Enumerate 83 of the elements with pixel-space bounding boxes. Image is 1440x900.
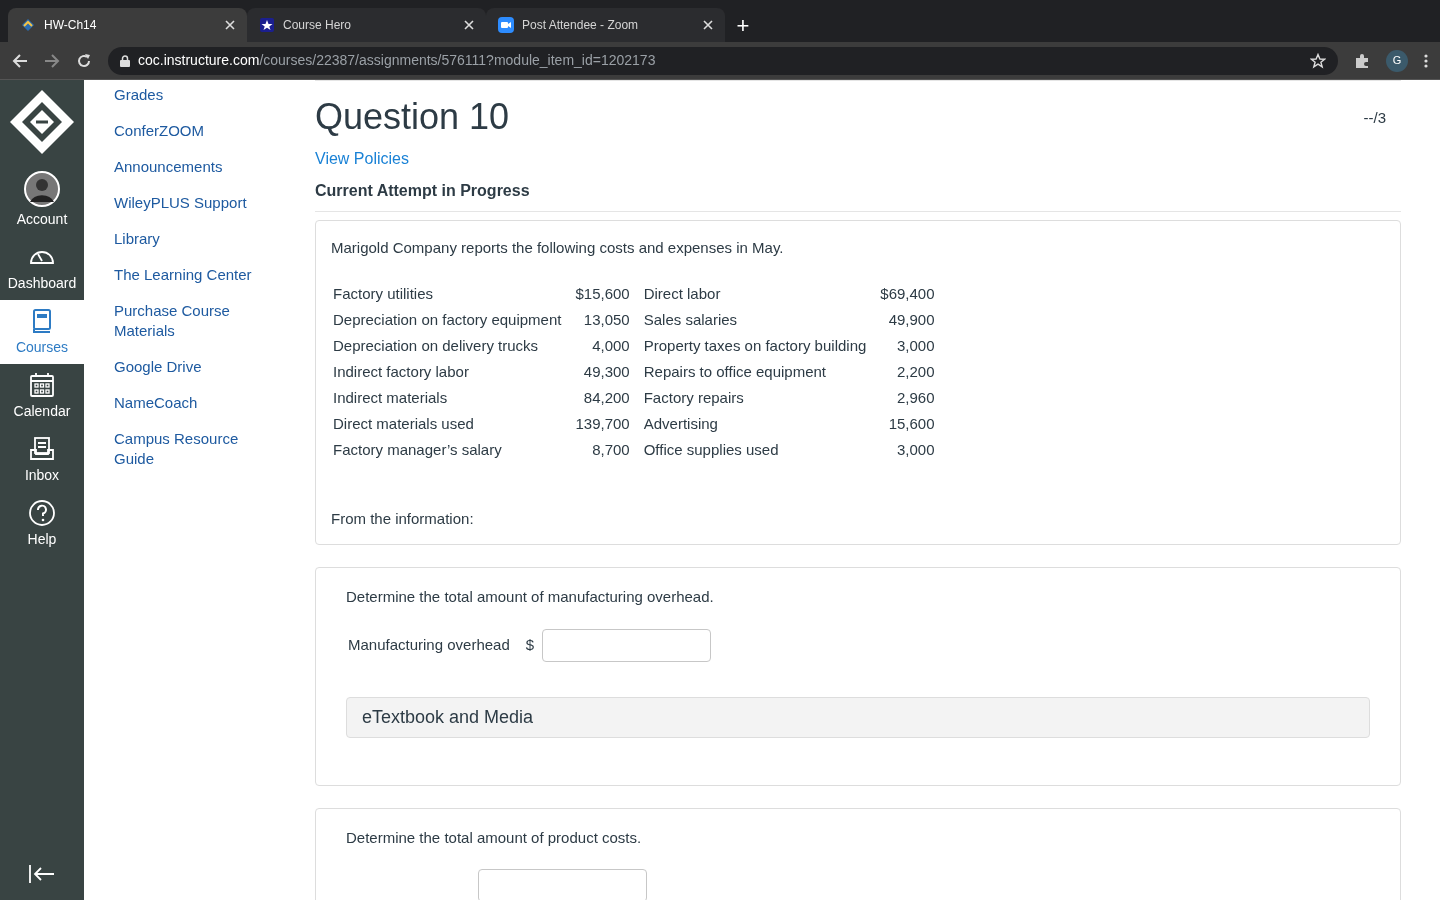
table-cell-text: Factory repairs [643, 388, 745, 409]
inbox-tray-icon [28, 435, 56, 463]
back-icon [12, 52, 28, 69]
outro-text: From the information: [331, 508, 475, 529]
table-cell: $15,600 [575, 281, 644, 308]
prompt-text: Determine the total amount of product costs. [346, 827, 643, 848]
table-cell: 49,300 [575, 359, 644, 386]
table-cell-text: 3,000 [896, 440, 936, 461]
nav-item[interactable]: Inbox [0, 428, 84, 492]
close-icon [703, 20, 713, 30]
question-title: Question 10 [315, 97, 510, 137]
reload-icon [76, 52, 92, 69]
currency-sign: $ [525, 634, 535, 655]
attempt-status: Current Attempt in Progress [315, 179, 1401, 212]
table-cell-text: Direct materials used [333, 414, 475, 435]
policies-link[interactable]: View Policies [315, 147, 409, 171]
url-text: coc.instructure.com/courses/22387/assignments/576111?module_item_id=1202173 [138, 51, 657, 70]
table-cell-text: 2,960 [896, 388, 936, 409]
browser-tab[interactable]: Post Attendee - Zoom [486, 8, 725, 42]
prompt-text: Determine the total amount of manufacturing overhead. [346, 587, 715, 607]
browser-tab[interactable]: Course Hero [247, 8, 486, 42]
intro-text: Marigold Company reports the following costs and expenses in May. [331, 238, 785, 258]
table-cell-text: $69,400 [880, 284, 936, 305]
etextbook-panel[interactable]: eTextbook and Media [346, 696, 1370, 738]
table-cell-text: Repairs to office equipment [643, 362, 828, 383]
table-cell-text: Sales salaries [643, 310, 739, 331]
table-cell: 4,000 [575, 333, 644, 360]
table-cell: 8,700 [575, 437, 644, 464]
more-menu-icon [1424, 52, 1428, 69]
nav-item[interactable]: Courses [0, 300, 84, 364]
table-cell: 84,200 [575, 385, 644, 412]
nav-item[interactable]: Dashboard [0, 236, 84, 300]
collapse-icon [28, 864, 56, 884]
nav-item[interactable]: Calendar [0, 364, 84, 428]
course-nav-link[interactable]: ConferZOOM [114, 121, 274, 141]
field-label: Manufacturing overhead [348, 634, 510, 655]
course-nav-link[interactable]: Google Drive [114, 357, 274, 377]
table-cell-text: Office supplies used [643, 440, 780, 461]
table-cell-text: 2,200 [896, 362, 936, 383]
table-cell-text: Property taxes on factory building [643, 336, 868, 357]
table-cell-text: 3,000 [896, 336, 936, 357]
new-tab-button[interactable]: + [725, 8, 761, 42]
course-nav-link[interactable]: Grades [114, 85, 274, 105]
lock-icon [120, 54, 130, 67]
tab-favicon-icon [498, 17, 514, 33]
table-cell-text: Depreciation on factory equipment [333, 310, 563, 331]
table-cell: 13,050 [575, 307, 644, 334]
table-cell: Factory utilities [333, 281, 576, 308]
close-icon [225, 20, 235, 30]
nav-item[interactable]: Help [0, 492, 84, 556]
calendar-icon [28, 371, 56, 399]
logo-icon [8, 88, 76, 156]
answer-field[interactable] [478, 869, 647, 900]
star-icon [1310, 52, 1326, 69]
table-cell: 139,700 [575, 411, 644, 438]
course-nav-link[interactable]: WileyPLUS Support [114, 193, 274, 213]
help-icon [28, 499, 56, 527]
course-nav-link[interactable]: Campus Resource Guide [114, 429, 274, 469]
course-nav-link[interactable]: The Learning Center [114, 265, 274, 285]
table-cell-text: Indirect materials [333, 388, 449, 409]
table-cell-text: Factory manager’s salary [333, 440, 503, 461]
course-nav-link[interactable]: Library [114, 229, 274, 249]
profile-avatar[interactable]: G [1386, 49, 1408, 72]
course-nav-link[interactable]: Purchase Course Materials [114, 301, 274, 341]
table-cell: Direct labor [643, 281, 881, 308]
browser-tab[interactable]: HW-Ch14 [8, 8, 247, 42]
score-text: --/3 [1363, 108, 1386, 128]
table-cell-text: Depreciation on delivery trucks [333, 336, 540, 357]
tab-favicon-icon [20, 17, 36, 33]
course-nav-link[interactable]: Announcements [114, 157, 274, 177]
answer-field[interactable] [542, 628, 712, 662]
table-cell-text: 15,600 [887, 414, 936, 435]
avatar-icon [24, 171, 60, 207]
nav-item[interactable]: Account [0, 164, 84, 236]
address-bar[interactable]: coc.instructure.com/courses/22387/assignments/576111?module_item_id=1202173 [108, 46, 1338, 75]
table-cell-text: Indirect factory labor [333, 362, 470, 383]
table-cell-text: 49,900 [887, 310, 936, 331]
course-nav-link[interactable]: NameCoach [114, 393, 274, 413]
tab-favicon-icon [259, 17, 275, 33]
table-cell-text: Advertising [643, 414, 719, 435]
puzzle-icon [1354, 52, 1370, 69]
close-icon [464, 20, 474, 30]
forward-icon [44, 52, 60, 69]
